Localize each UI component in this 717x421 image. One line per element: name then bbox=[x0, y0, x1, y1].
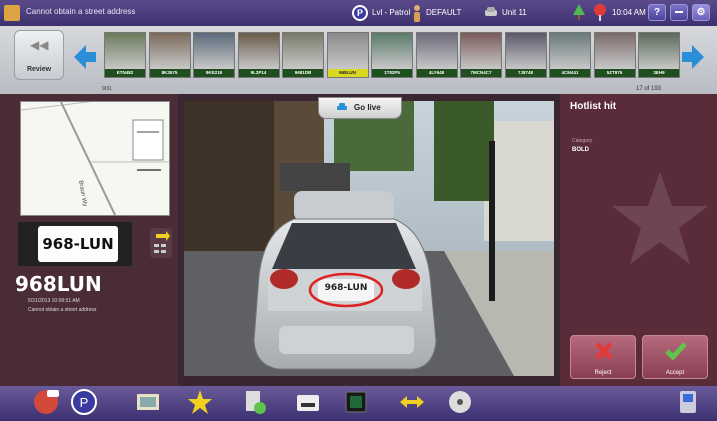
unit-car-icon bbox=[485, 7, 497, 16]
gear-icon: ⚙ bbox=[696, 7, 706, 18]
status-flag-icon bbox=[594, 4, 606, 21]
thumbnail-image bbox=[639, 33, 679, 69]
minimize-icon bbox=[675, 11, 683, 14]
thumbnail-image bbox=[594, 33, 635, 69]
thumbnail-plate-label: 3EH9 bbox=[639, 69, 679, 77]
thumbnail-plate-label: 4LY648 bbox=[416, 69, 457, 77]
scroll-right-arrow-icon[interactable] bbox=[680, 42, 706, 72]
patrol-p-icon[interactable]: P bbox=[70, 388, 98, 416]
car-icon bbox=[337, 103, 347, 110]
app-icon bbox=[4, 5, 20, 21]
star-hotlist-icon[interactable] bbox=[186, 388, 214, 416]
thumbnail-image bbox=[416, 33, 457, 69]
review-label: Review bbox=[26, 66, 52, 73]
clock: 10:04 AM bbox=[612, 8, 646, 17]
svg-text:P: P bbox=[80, 395, 89, 410]
rewind-icon: ◀◀ bbox=[30, 38, 49, 52]
plate-number: 968LUN bbox=[15, 272, 102, 296]
thumbnail-read[interactable]: 9KE218 bbox=[193, 32, 235, 78]
scroll-left-arrow-icon[interactable] bbox=[72, 42, 98, 72]
vehicle-scene-image: 968-LUN bbox=[184, 101, 554, 376]
thumbnail-read[interactable]: 9681DB bbox=[282, 32, 324, 78]
unit-label: Unit 11 bbox=[502, 8, 527, 17]
reject-x-icon bbox=[595, 342, 613, 360]
thumbnail-image bbox=[550, 33, 590, 69]
thumbnail-plate-label: 1T82P5 bbox=[372, 69, 412, 77]
accept-label: Accept bbox=[665, 370, 685, 376]
thumbnail-image bbox=[194, 33, 234, 69]
plate-crop-text: 968-LUN bbox=[38, 226, 118, 262]
accept-button[interactable]: Accept bbox=[642, 335, 708, 379]
thumbnail-plate-label: 9681DB bbox=[283, 69, 323, 77]
keyboard-icon[interactable] bbox=[294, 388, 322, 416]
thumbnail-plate-label: 7J8748 bbox=[505, 69, 546, 77]
reject-button[interactable]: Reject bbox=[570, 335, 636, 379]
thumbnail-image bbox=[461, 33, 501, 69]
thumbnail-read[interactable]: 968LUN bbox=[326, 32, 369, 78]
thumbnail-image bbox=[327, 33, 368, 69]
monitor-icon[interactable] bbox=[342, 388, 370, 416]
thumbnail-read[interactable]: 5ZT875 bbox=[593, 32, 636, 78]
thumbnail-plate-label: 5ZT875 bbox=[594, 69, 635, 77]
thumbnail-plate-label: 968LUN bbox=[327, 69, 368, 77]
scene-plate-text: 968-LUN bbox=[324, 283, 368, 293]
settings-button[interactable]: ⚙ bbox=[692, 4, 710, 21]
go-live-label: Go live bbox=[354, 103, 381, 112]
category-value: BOLD bbox=[572, 147, 589, 153]
window-title: Cannot obtain a street address bbox=[26, 7, 136, 16]
read-timestamp: 5/31/2013 10:09:51 AM bbox=[28, 298, 80, 304]
thumbnail-read[interactable]: 7J8748 bbox=[504, 32, 547, 78]
accept-check-icon bbox=[665, 342, 687, 361]
thumbnail-read[interactable]: ETN482 bbox=[104, 32, 146, 78]
read-counter: 17 of 193 bbox=[636, 86, 662, 92]
strip-date: 9/31 bbox=[102, 86, 112, 92]
thumbnail-read[interactable]: 8K3575 bbox=[148, 32, 191, 78]
user-icon bbox=[414, 5, 420, 22]
thumbnail-image bbox=[149, 33, 190, 69]
thumbnail-image bbox=[238, 33, 279, 69]
minimize-button[interactable] bbox=[670, 4, 688, 21]
thumbnail-image bbox=[283, 33, 323, 69]
image-gallery-icon[interactable] bbox=[134, 388, 162, 416]
user-label: DEFAULT bbox=[426, 8, 462, 17]
thumbnail-plate-label: 7MCN4C7 bbox=[461, 69, 501, 77]
hotlist-title: Hotlist hit bbox=[570, 101, 617, 112]
tree-icon bbox=[573, 4, 585, 20]
thumbnail-image bbox=[505, 33, 546, 69]
alert-bell-icon[interactable] bbox=[32, 388, 60, 416]
reject-label: Reject bbox=[594, 370, 612, 376]
thumbnail-read[interactable]: 9L2P14 bbox=[237, 32, 280, 78]
help-button[interactable]: ? bbox=[648, 4, 666, 21]
thumbnail-read[interactable]: 7MCN4C7 bbox=[460, 32, 502, 78]
thumbnail-read[interactable]: 3EH9 bbox=[638, 32, 680, 78]
swap-arrows-icon[interactable] bbox=[150, 228, 172, 258]
thumbnail-read[interactable]: 4LY648 bbox=[415, 32, 458, 78]
device-icon[interactable] bbox=[674, 388, 702, 416]
thumbnail-plate-label: 8K3575 bbox=[149, 69, 190, 77]
swap-direction-icon[interactable] bbox=[398, 388, 426, 416]
thumbnail-plate-label: 9L2P14 bbox=[238, 69, 279, 77]
badge-watermark-icon bbox=[612, 172, 708, 264]
thumbnail-plate-label: 4CM441 bbox=[550, 69, 590, 77]
thumbnail-read[interactable]: 4CM441 bbox=[549, 32, 591, 78]
patrol-level-label: Lvl - Patrol bbox=[372, 8, 411, 17]
location-map[interactable]: Braun Wy bbox=[20, 101, 170, 216]
read-address: Cannot obtain a street address bbox=[28, 307, 97, 313]
thumbnail-plate-label: 9KE218 bbox=[194, 69, 234, 77]
thumbnail-read[interactable]: 1T82P5 bbox=[371, 32, 413, 78]
thumbnail-plate-label: ETN482 bbox=[105, 69, 145, 77]
thumbnail-image bbox=[105, 33, 145, 69]
disc-icon[interactable] bbox=[446, 388, 474, 416]
patrol-icon[interactable]: P bbox=[352, 5, 368, 21]
category-label: Category bbox=[572, 138, 593, 144]
thumbnail-image bbox=[372, 33, 412, 69]
add-document-icon[interactable] bbox=[240, 388, 268, 416]
